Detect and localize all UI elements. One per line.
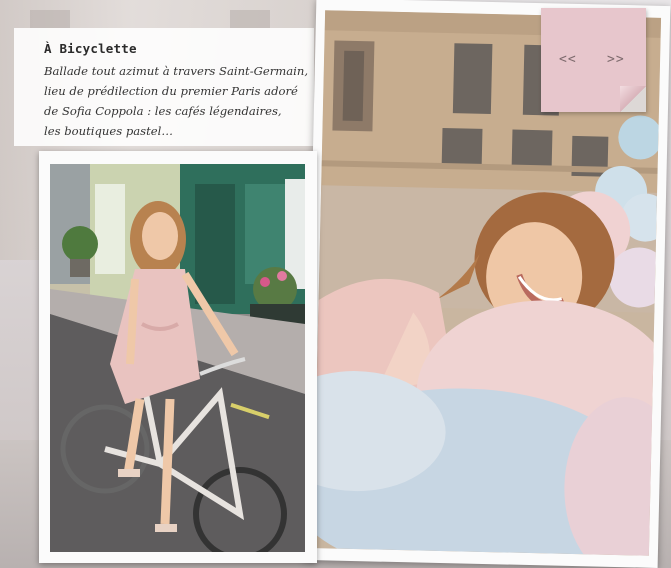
double-chevron-right-icon[interactable]: >> bbox=[607, 52, 625, 67]
caption-title: À Bicyclette bbox=[44, 41, 137, 56]
caption-line: Ballade tout azimut à travers Saint-Germ… bbox=[44, 64, 309, 78]
caption-line: lieu de prédilection du premier Paris ad… bbox=[44, 84, 298, 98]
note-fold bbox=[620, 86, 646, 112]
pager-sticky-note: << >> bbox=[541, 8, 646, 112]
bicycle-photo-image bbox=[50, 164, 305, 552]
caption-line: les boutiques pastel… bbox=[44, 124, 173, 138]
caption-card: À Bicyclette Ballade tout azimut à trave… bbox=[14, 28, 314, 146]
caption-text: Ballade tout azimut à travers Saint-Germ… bbox=[44, 61, 309, 141]
double-chevron-left-icon[interactable]: << bbox=[559, 52, 577, 67]
bicycle-photo bbox=[39, 151, 317, 563]
caption-line: de Sofia Coppola : les cafés légendaires… bbox=[44, 104, 282, 118]
